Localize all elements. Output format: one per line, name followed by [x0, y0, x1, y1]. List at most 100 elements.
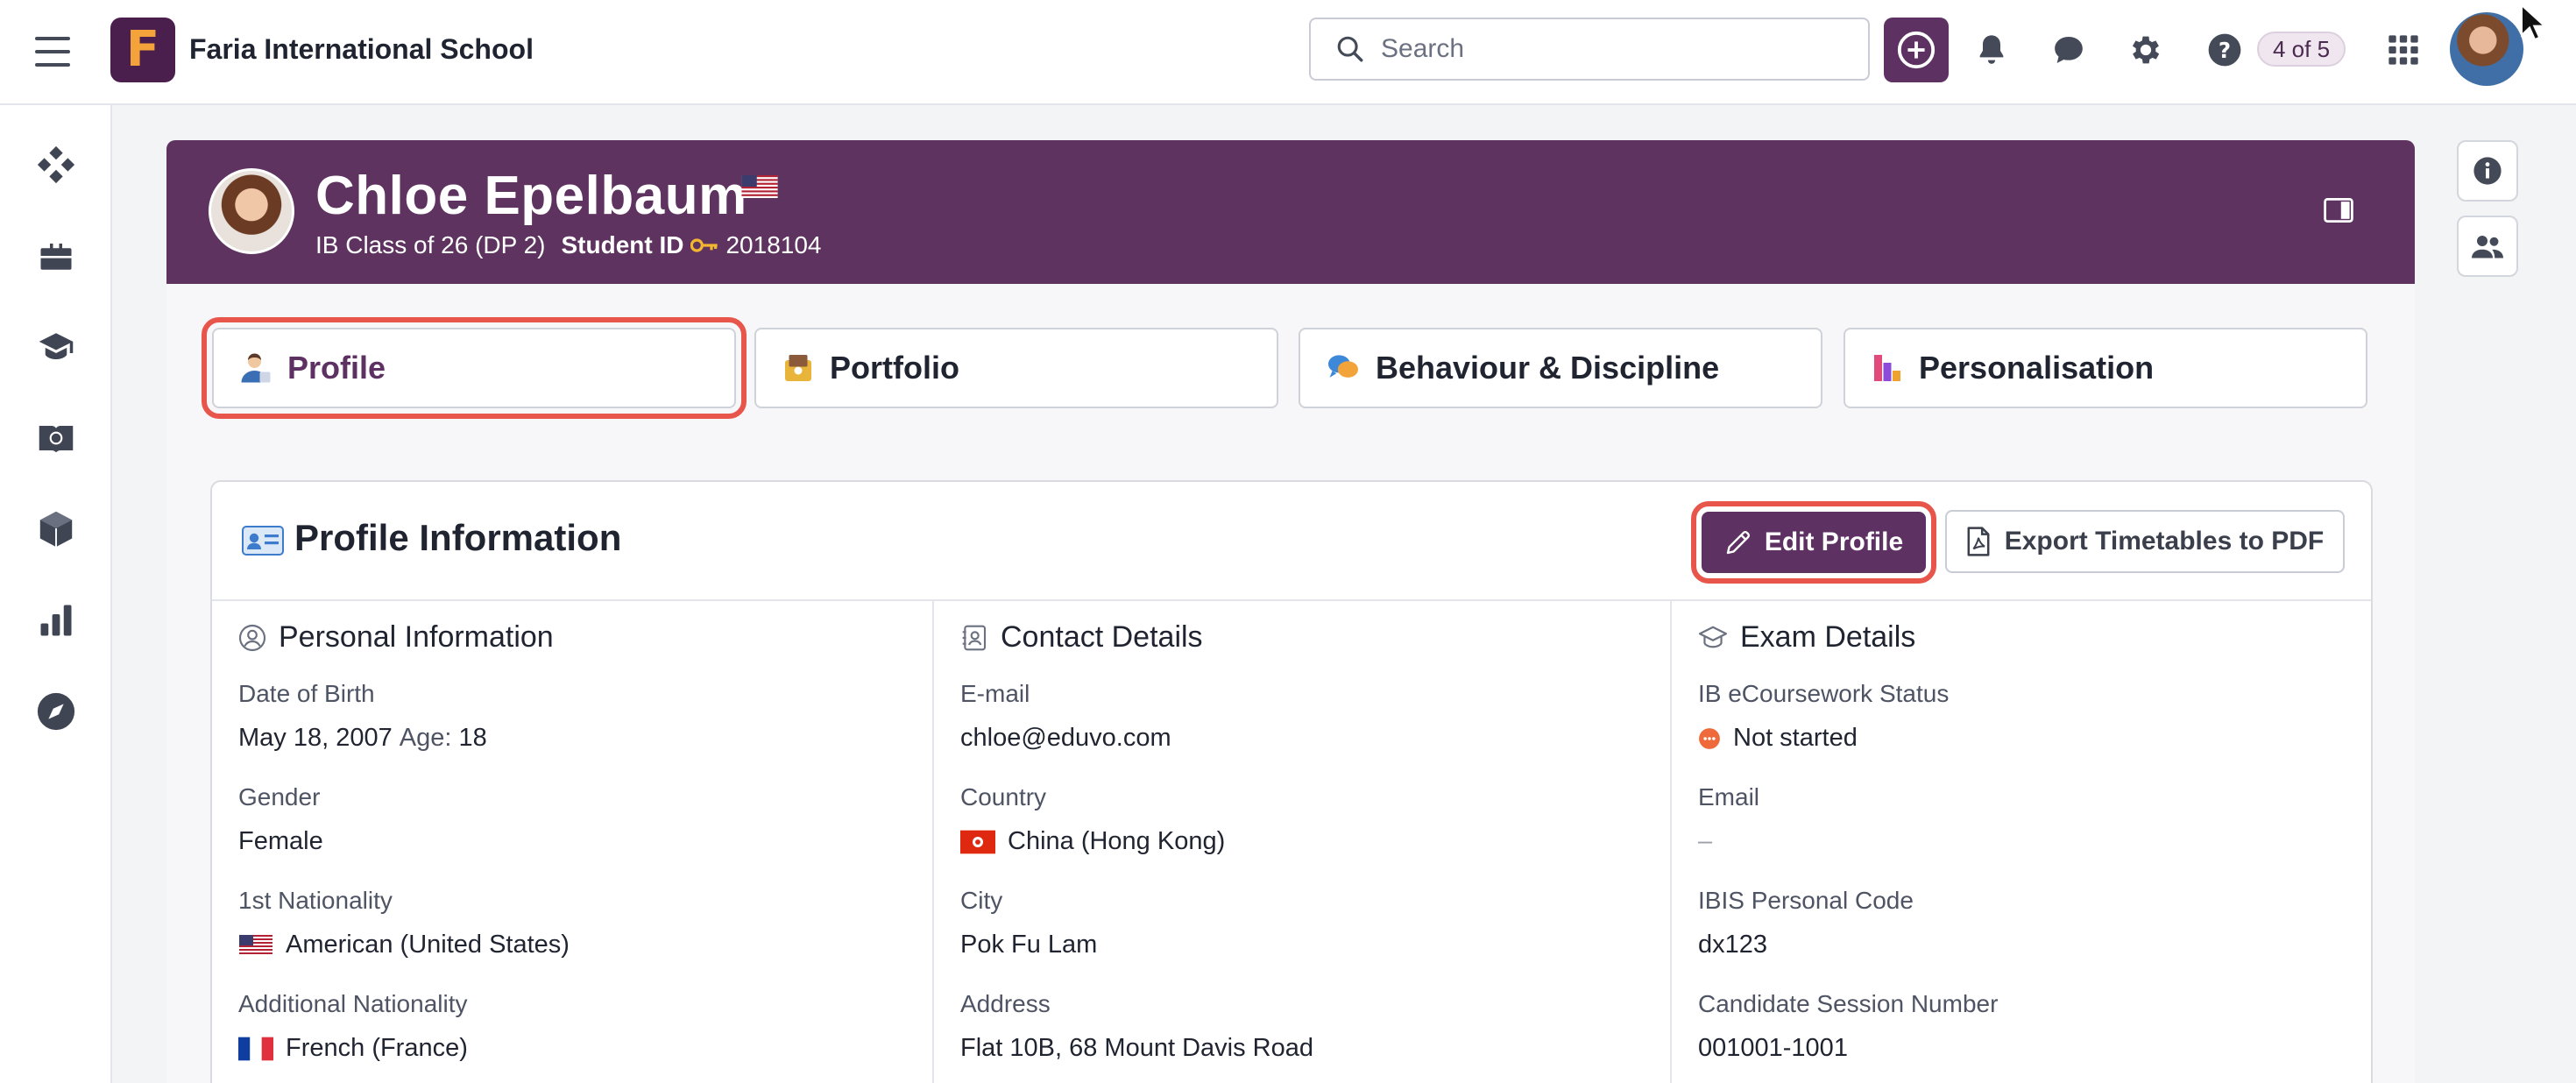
dob-field: Date of Birth May 18, 2007 Age: 18	[238, 680, 487, 753]
city-value: Pok Fu Lam	[960, 931, 1098, 959]
nav-academics[interactable]	[33, 324, 79, 370]
help-button[interactable]: ?	[2194, 19, 2255, 81]
school-logo[interactable]: F	[110, 18, 175, 82]
user-circle-icon	[238, 624, 266, 651]
cube-icon	[39, 511, 73, 548]
student-id-label: Student ID	[561, 231, 684, 258]
session-number-value: 001001-1001	[1698, 1034, 1848, 1062]
info-circle-icon	[2473, 157, 2502, 185]
nationality-text: American (United States)	[286, 931, 570, 959]
export-timetables-button[interactable]: Export Timetables to PDF	[1945, 510, 2345, 573]
profile-information-card: Profile Information Edit Profile Export …	[210, 480, 2373, 1083]
svg-text:?: ?	[2219, 38, 2231, 63]
mouse-cursor-icon	[2521, 4, 2546, 41]
student-name: Chloe Epelbaum	[315, 166, 747, 226]
question-circle-icon: ?	[2208, 33, 2241, 67]
user-avatar[interactable]	[2450, 12, 2523, 86]
graduation-cap-icon	[39, 333, 74, 359]
tab-personalisation-label: Personalisation	[1919, 350, 2155, 386]
top-bar: F Faria International School ? 4 of 5	[0, 0, 2576, 105]
bar-chart-icon	[40, 605, 72, 636]
gear-icon	[2132, 36, 2160, 64]
tab-bar: Profile Portfolio Behaviour & Discipline…	[166, 284, 2415, 452]
search-icon	[1337, 36, 1363, 62]
city-label: City	[960, 887, 1003, 914]
nav-portfolio[interactable]	[33, 233, 79, 279]
help-pager-badge[interactable]: 4 of 5	[2257, 32, 2346, 67]
search-box[interactable]	[1309, 18, 1870, 81]
school-name[interactable]: Faria International School	[189, 33, 534, 66]
card-header: Profile Information Edit Profile Export …	[212, 482, 2371, 601]
exam-email-value: –	[1698, 827, 1713, 855]
tab-profile-label: Profile	[287, 350, 386, 386]
student-class: IB Class of 26 (DP 2)	[315, 231, 546, 258]
ecoursework-field: IB eCoursework Status Not started	[1698, 680, 1949, 753]
open-book-globe-icon	[39, 426, 74, 453]
personal-information-heading: Personal Information	[238, 620, 554, 655]
gender-label: Gender	[238, 783, 321, 810]
student-header-banner: Chloe Epelbaum IB Class of 26 (DP 2) Stu…	[166, 140, 2415, 284]
country-field: Country China (Hong Kong)	[960, 783, 1225, 856]
nav-resources[interactable]	[33, 506, 79, 552]
compass-icon	[37, 692, 75, 731]
apps-button[interactable]	[2373, 19, 2434, 81]
france-flag-icon	[238, 1037, 273, 1060]
contact-details-heading: Contact Details	[960, 620, 1203, 655]
student-id: 2018104	[725, 231, 822, 258]
gender-field: Gender Female	[238, 783, 323, 856]
additional-nationality-field: Additional Nationality French (France)	[238, 990, 468, 1063]
nationality-value: American (United States)	[238, 931, 570, 959]
nav-curriculum[interactable]	[33, 415, 79, 461]
nav-explore[interactable]	[33, 689, 79, 734]
student-subtitle: IB Class of 26 (DP 2) Student ID 2018104	[315, 231, 822, 259]
pdf-file-icon	[1967, 527, 1990, 556]
tab-portfolio-label: Portfolio	[830, 350, 959, 386]
email-value[interactable]: chloe@eduvo.com	[960, 724, 1171, 753]
tab-profile[interactable]: Profile	[202, 317, 747, 419]
portfolio-folder-icon	[785, 355, 811, 381]
id-card-icon	[242, 526, 284, 556]
nav-dashboard[interactable]	[33, 142, 79, 188]
chat-bubble-icon	[2055, 37, 2083, 63]
card-title: Profile Information	[294, 517, 622, 558]
speech-balloons-icon	[1328, 355, 1358, 378]
tab-personalisation[interactable]: Personalisation	[1844, 328, 2367, 408]
add-button[interactable]	[1884, 18, 1949, 82]
search-input[interactable]	[1381, 34, 1836, 64]
ibis-code-value: dx123	[1698, 931, 1768, 959]
ibis-code-label: IBIS Personal Code	[1698, 887, 1914, 914]
people-button[interactable]	[2457, 216, 2518, 277]
dob-value: May 18, 2007 Age: 18	[238, 724, 487, 753]
nationality-field: 1st Nationality American (United States)	[238, 887, 570, 959]
info-button[interactable]	[2457, 140, 2518, 202]
briefcase-icon	[40, 244, 72, 270]
settings-button[interactable]	[2115, 19, 2176, 81]
nav-reports[interactable]	[33, 598, 79, 643]
tab-behaviour[interactable]: Behaviour & Discipline	[1299, 328, 1822, 408]
ecoursework-label: IB eCoursework Status	[1698, 680, 1950, 707]
edit-profile-button[interactable]: Edit Profile	[1691, 501, 1936, 584]
tab-portfolio[interactable]: Portfolio	[754, 328, 1278, 408]
email-field: E-mail chloe@eduvo.com	[960, 680, 1171, 753]
address-label: Address	[960, 990, 1051, 1017]
menu-icon[interactable]	[35, 37, 70, 67]
logo-letter: F	[125, 21, 160, 78]
address-value: Flat 10B, 68 Mount Davis Road	[960, 1034, 1313, 1062]
notifications-button[interactable]	[1961, 19, 2022, 81]
student-avatar	[209, 168, 294, 254]
dob-date: May 18, 2007	[238, 724, 393, 752]
palette-bars-icon	[1874, 355, 1900, 381]
exam-details-heading: Exam Details	[1698, 620, 1915, 655]
edit-profile-label: Edit Profile	[1764, 527, 1904, 556]
mortarboard-outline-icon	[1698, 626, 1728, 648]
messages-button[interactable]	[2038, 19, 2099, 81]
plus-circle-icon	[1897, 31, 1936, 69]
age-value: 18	[458, 724, 487, 752]
bell-icon	[1979, 35, 2004, 64]
contact-book-icon	[962, 625, 987, 650]
sidebar-toggle-icon[interactable]	[2324, 198, 2353, 223]
exam-email-label: Email	[1698, 783, 1760, 810]
us-flag-icon	[239, 934, 272, 956]
session-number-label: Candidate Session Number	[1698, 990, 1999, 1017]
age-label: Age:	[399, 724, 452, 752]
